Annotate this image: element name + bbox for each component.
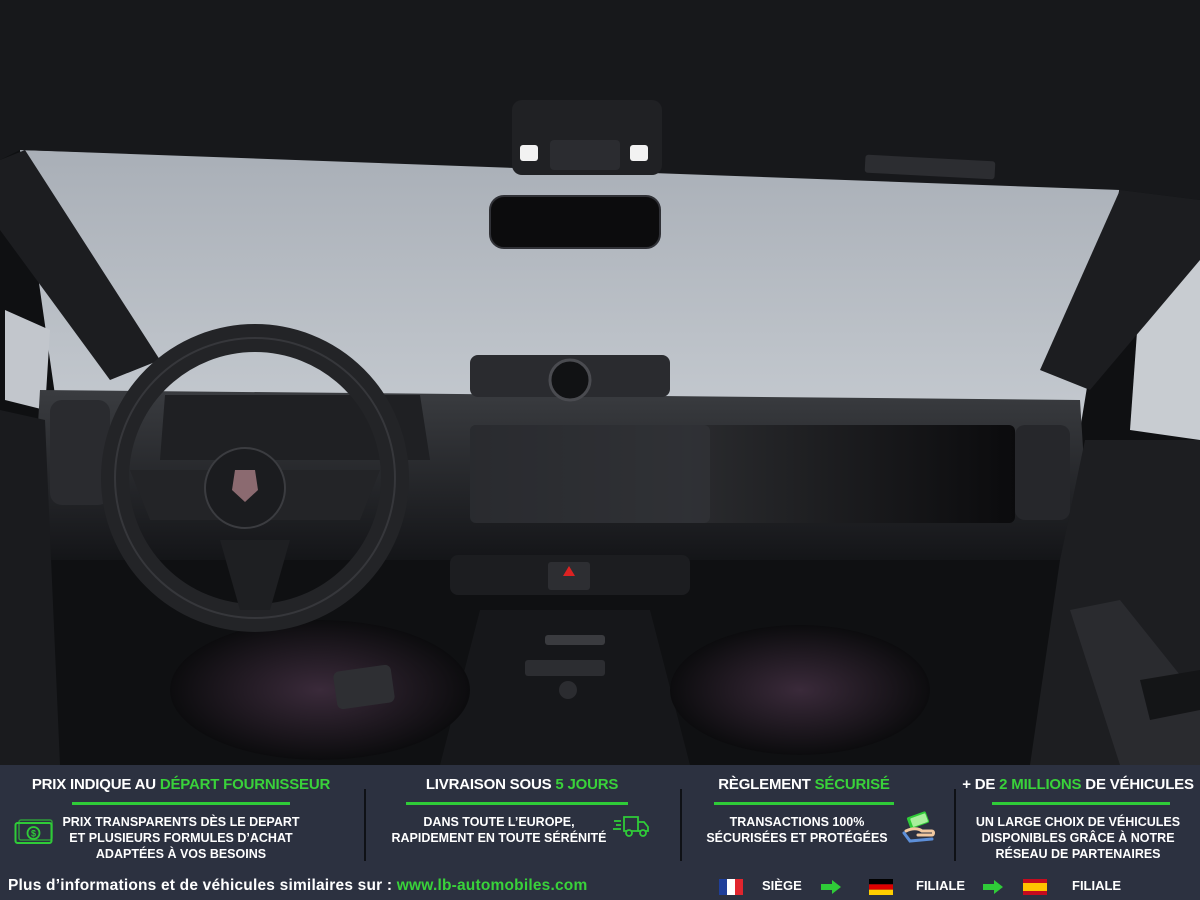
title-underline xyxy=(992,802,1170,805)
arrow-right-icon xyxy=(821,880,841,894)
secure-payment-block: RÈGLEMENT SÉCURISÉ TRANSACTIONS 100% SÉC… xyxy=(682,765,952,872)
cash-icon: $ xyxy=(14,819,53,844)
vehicle-choice-block: + DE 2 MILLIONS DE VÉHICULES UN LARGE CH… xyxy=(956,765,1200,872)
description-line: RAPIDEMENT EN TOUTE SÉRÉNITÉ xyxy=(391,831,607,845)
title-underline xyxy=(406,802,628,805)
delivery-title-highlight: 5 JOURS xyxy=(555,776,619,793)
supplier-price-title-text: PRIX INDIQUE AU xyxy=(31,776,160,793)
vehicle-choice-title: + DE 2 MILLIONS DE VÉHICULES xyxy=(956,776,1200,793)
spain-flag-icon xyxy=(1023,879,1047,895)
subsidiary-germany-label: FILIALE xyxy=(916,878,966,893)
france-flag-icon xyxy=(719,879,743,895)
website-link[interactable]: www.lb-automobiles.com xyxy=(397,877,588,894)
secure-payment-title-text: RÈGLEMENT xyxy=(718,776,815,793)
payment-hand-icon xyxy=(902,811,935,843)
description-line: SÉCURISÉES ET PROTÉGÉES xyxy=(706,831,888,845)
footer-bar: Plus d’informations et de véhicules simi… xyxy=(0,872,1200,900)
description-line: DANS TOUTE L’EUROPE, xyxy=(423,815,575,829)
vehicle-choice-title-suffix: DE VÉHICULES xyxy=(1081,776,1194,793)
delivery-title: LIVRAISON SOUS 5 JOURS xyxy=(366,776,678,793)
delivery-title-text: LIVRAISON SOUS xyxy=(425,776,556,793)
footer-info: Plus d’informations et de véhicules simi… xyxy=(8,877,587,895)
secure-payment-title-highlight: SÉCURISÉ xyxy=(814,776,890,793)
title-underline xyxy=(714,802,894,805)
title-underline xyxy=(72,802,290,805)
supplier-price-block: PRIX INDIQUE AU DÉPART FOURNISSEUR $ PRI… xyxy=(0,765,362,872)
description-line: ADAPTÉES À VOS BESOINS xyxy=(95,847,267,861)
vehicle-choice-title-text: + DE xyxy=(962,776,1000,793)
listing-image: PRIX INDIQUE AU DÉPART FOURNISSEUR $ PRI… xyxy=(0,0,1200,900)
secure-payment-description: TRANSACTIONS 100% SÉCURISÉES ET PROTÉGÉE… xyxy=(704,814,890,846)
car-interior-photo xyxy=(0,0,1200,765)
supplier-price-description: PRIX TRANSPARENTS DÈS LE DEPART ET PLUSI… xyxy=(62,814,300,862)
svg-text:$: $ xyxy=(31,829,36,839)
description-line: PRIX TRANSPARENTS DÈS LE DEPART xyxy=(62,815,300,829)
arrow-right-icon xyxy=(983,880,1003,894)
info-banner: PRIX INDIQUE AU DÉPART FOURNISSEUR $ PRI… xyxy=(0,765,1200,900)
description-line: DISPONIBLES GRÂCE À NOTRE xyxy=(981,831,1175,845)
secure-payment-title: RÈGLEMENT SÉCURISÉ xyxy=(656,776,952,793)
delivery-description: DANS TOUTE L’EUROPE, RAPIDEMENT EN TOUTE… xyxy=(388,814,610,846)
vehicle-choice-description: UN LARGE CHOIX DE VÉHICULES DISPONIBLES … xyxy=(956,814,1200,862)
headquarters-label: SIÈGE xyxy=(762,878,802,893)
germany-flag-icon xyxy=(869,879,893,895)
supplier-price-title: PRIX INDIQUE AU DÉPART FOURNISSEUR xyxy=(0,776,362,793)
delivery-block: LIVRAISON SOUS 5 JOURS DANS TOUTE L’EURO… xyxy=(366,765,678,872)
description-line: ET PLUSIEURS FORMULES D’ACHAT xyxy=(69,831,293,845)
description-line: RÉSEAU DE PARTENAIRES xyxy=(995,847,1161,861)
supplier-price-title-highlight: DÉPART FOURNISSEUR xyxy=(159,776,331,793)
description-line: TRANSACTIONS 100% xyxy=(729,815,865,829)
subsidiary-spain-label: FILIALE xyxy=(1072,878,1122,893)
description-line: UN LARGE CHOIX DE VÉHICULES xyxy=(975,815,1181,829)
delivery-truck-icon xyxy=(613,816,649,837)
vehicle-choice-title-highlight: 2 MILLIONS xyxy=(999,776,1082,793)
footer-info-text: Plus d’informations et de véhicules simi… xyxy=(8,877,397,894)
